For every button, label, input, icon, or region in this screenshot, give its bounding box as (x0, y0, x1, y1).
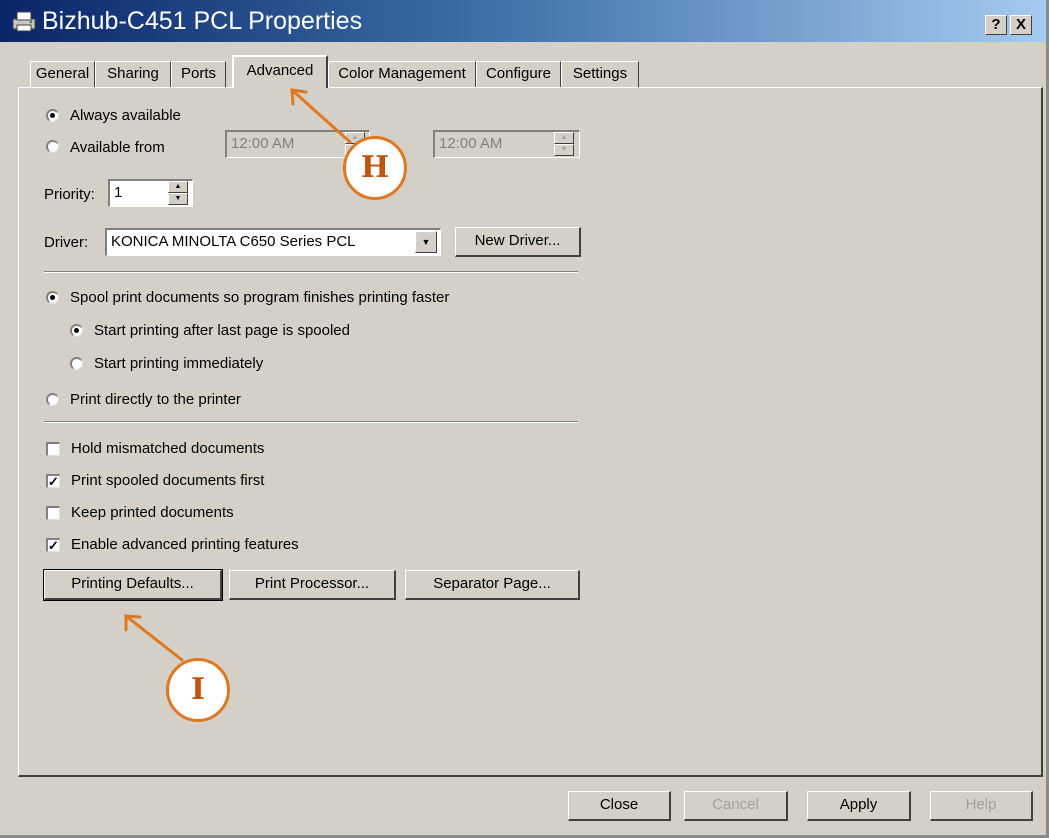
help-button[interactable]: Help (930, 791, 1033, 821)
driver-label: Driver: (44, 234, 89, 251)
start-immediately-label[interactable]: Start printing immediately (94, 355, 263, 373)
printing-defaults-button[interactable]: Printing Defaults... (43, 569, 223, 601)
help-title-button[interactable]: ? (985, 15, 1007, 35)
keep-printed-checkbox[interactable] (46, 506, 60, 520)
always-available-radio[interactable] (46, 109, 59, 122)
divider (44, 421, 578, 423)
printer-properties-dialog: Bizhub-C451 PCL Properties ? X General S… (0, 0, 1049, 838)
spin-up-icon[interactable]: ▲ (554, 132, 574, 144)
tab-advanced[interactable]: Advanced (232, 55, 328, 88)
tab-general[interactable]: General (30, 61, 95, 87)
close-button[interactable]: Close (568, 791, 671, 821)
driver-select[interactable]: KONICA MINOLTA C650 Series PCL (105, 228, 441, 256)
tab-strip: General Sharing Ports Advanced Color Man… (0, 55, 1046, 89)
start-immediately-radio[interactable] (70, 357, 83, 370)
start-after-last-page-label[interactable]: Start printing after last page is spoole… (94, 322, 350, 340)
priority-spinner[interactable]: ▲ ▼ (168, 181, 188, 205)
priority-label: Priority: (44, 186, 95, 203)
print-spooled-first-checkbox[interactable]: ✓ (46, 474, 60, 488)
chevron-down-icon[interactable]: ▼ (415, 231, 437, 253)
spin-down-icon[interactable]: ▼ (168, 193, 188, 205)
callout-i: I (166, 658, 230, 722)
available-to-time-spinner[interactable]: ▲ ▼ (554, 132, 574, 156)
tab-ports[interactable]: Ports (171, 61, 226, 87)
spool-documents-label[interactable]: Spool print documents so program finishe… (70, 289, 449, 307)
print-directly-radio[interactable] (46, 393, 59, 406)
spin-down-icon[interactable]: ▼ (554, 144, 574, 156)
print-directly-label[interactable]: Print directly to the printer (70, 391, 241, 409)
spool-documents-radio[interactable] (46, 291, 59, 304)
spin-up-icon[interactable]: ▲ (168, 181, 188, 193)
callout-h: H (343, 136, 407, 200)
apply-button[interactable]: Apply (807, 791, 911, 821)
enable-advanced-features-checkbox[interactable]: ✓ (46, 538, 60, 552)
print-spooled-first-label[interactable]: Print spooled documents first (71, 472, 264, 490)
close-title-button[interactable]: X (1010, 15, 1032, 35)
start-after-last-page-radio[interactable] (70, 324, 83, 337)
tab-configure[interactable]: Configure (476, 61, 561, 87)
keep-printed-label[interactable]: Keep printed documents (71, 504, 234, 522)
available-from-radio[interactable] (46, 140, 59, 153)
tab-sharing[interactable]: Sharing (95, 61, 171, 87)
print-processor-button[interactable]: Print Processor... (229, 570, 396, 600)
available-from-label[interactable]: Available from (70, 139, 165, 157)
title-bar[interactable]: Bizhub-C451 PCL Properties ? X (0, 0, 1046, 42)
tab-color-management[interactable]: Color Management (328, 61, 476, 87)
hold-mismatched-label[interactable]: Hold mismatched documents (71, 440, 264, 458)
window-title: Bizhub-C451 PCL Properties (42, 7, 363, 35)
separator-page-button[interactable]: Separator Page... (405, 570, 580, 600)
cancel-button[interactable]: Cancel (684, 791, 788, 821)
divider (44, 271, 578, 273)
enable-advanced-features-label[interactable]: Enable advanced printing features (71, 536, 299, 554)
always-available-label[interactable]: Always available (70, 107, 181, 125)
new-driver-button[interactable]: New Driver... (455, 227, 581, 257)
hold-mismatched-checkbox[interactable] (46, 442, 60, 456)
tab-settings[interactable]: Settings (561, 61, 639, 87)
printer-icon (12, 11, 36, 32)
